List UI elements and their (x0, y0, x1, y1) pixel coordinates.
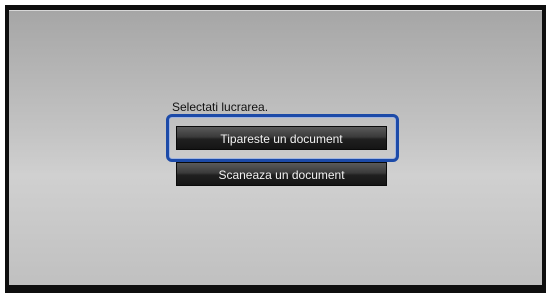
display-bezel: Selectati lucrarea. Tipareste un documen… (5, 5, 546, 293)
print-document-button[interactable]: Tipareste un document (176, 126, 387, 150)
printer-screen: Selectati lucrarea. Tipareste un documen… (9, 10, 542, 285)
scan-document-button[interactable]: Scaneaza un document (176, 162, 387, 186)
job-prompt: Selectati lucrarea. (172, 100, 269, 114)
